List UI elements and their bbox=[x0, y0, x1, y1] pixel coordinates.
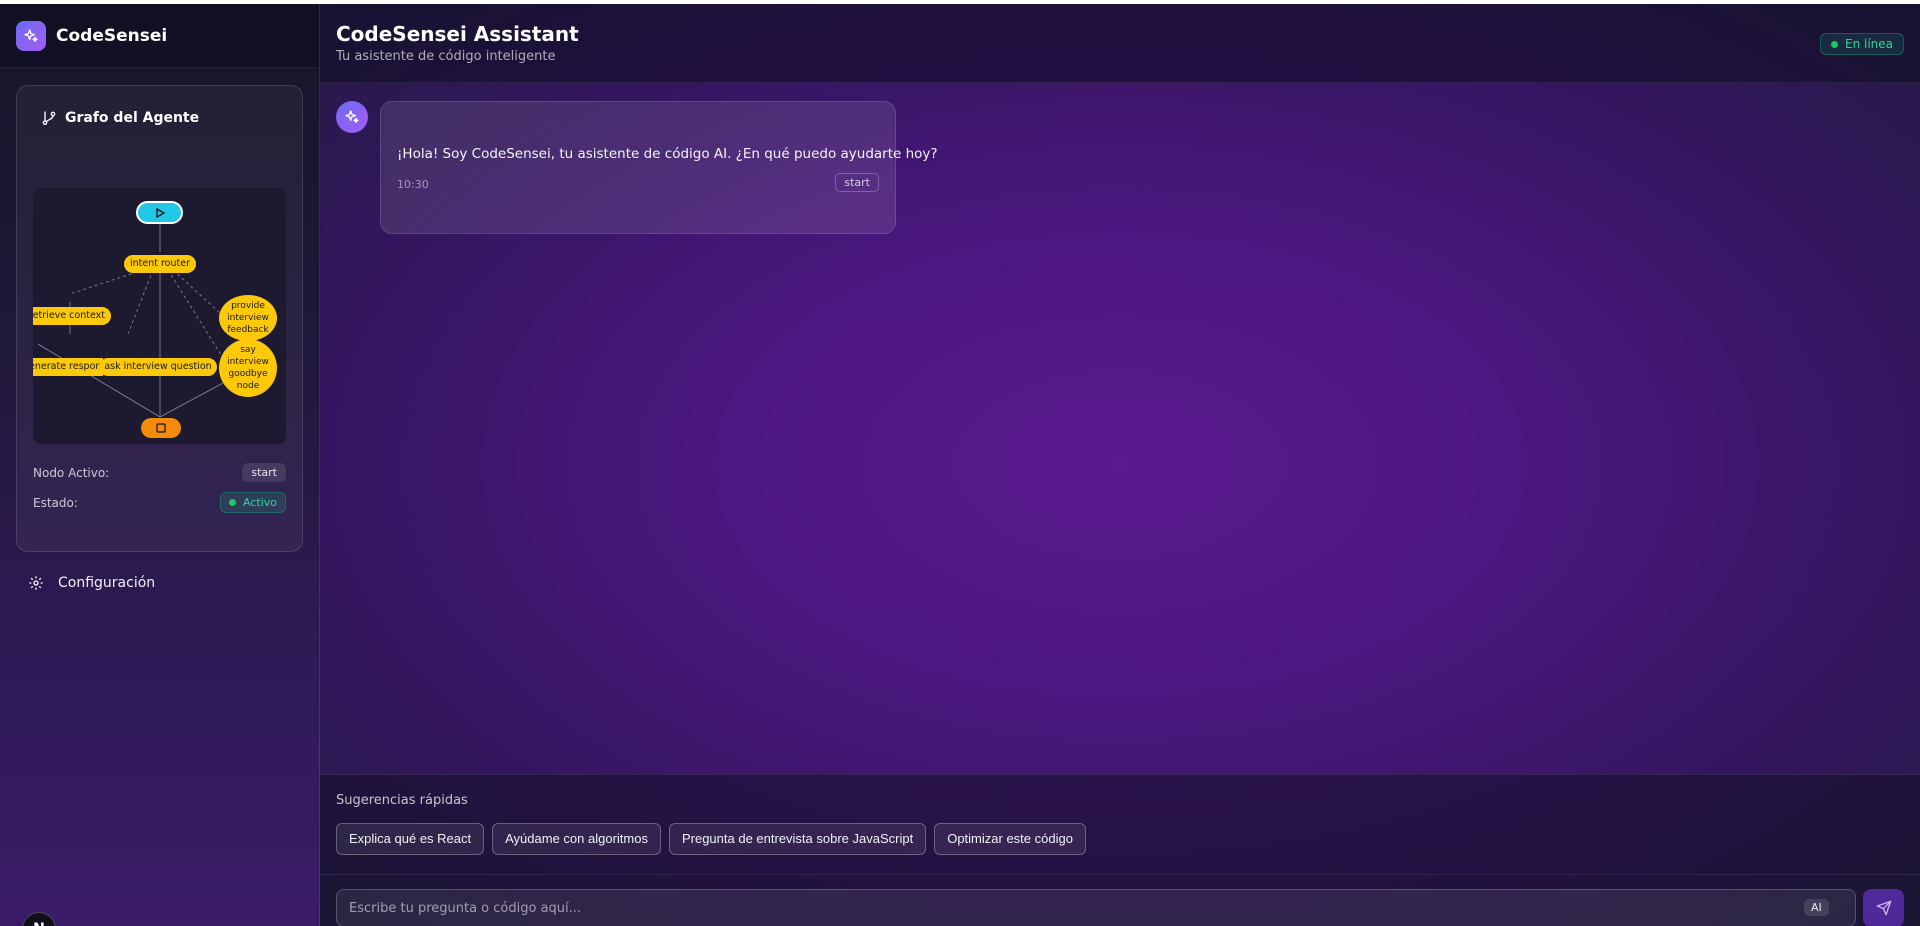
ai-badge: AI bbox=[1804, 899, 1829, 916]
online-status-text: En línea bbox=[1844, 37, 1893, 51]
brand[interactable]: CodeSensei bbox=[0, 4, 319, 68]
chat-main: CodeSensei Assistant Tu asistente de cód… bbox=[320, 4, 1920, 926]
suggestion-chip-optimize-code[interactable]: Optimizar este código bbox=[934, 823, 1086, 855]
app: CodeSensei Grafo del Agente intent route… bbox=[0, 4, 1920, 926]
settings-link[interactable]: Configuración bbox=[28, 575, 155, 591]
sparkles-icon bbox=[16, 20, 46, 51]
active-node-row: Nodo Activo: start bbox=[33, 463, 286, 482]
graph-node-retrieve-context[interactable]: retrieve context bbox=[33, 307, 111, 325]
suggestion-chip-javascript-interview[interactable]: Pregunta de entrevista sobre JavaScript bbox=[668, 823, 927, 855]
graph-node-intent-router[interactable]: intent router bbox=[124, 255, 196, 273]
quick-suggestions: Sugerencias rápidas Explica qué es React… bbox=[320, 774, 1920, 875]
send-icon bbox=[1876, 900, 1891, 916]
graph-start-node[interactable] bbox=[136, 201, 183, 224]
graph-node-ask-interview-question[interactable]: ask interview question bbox=[99, 358, 217, 376]
brand-name: CodeSensei bbox=[56, 25, 168, 46]
page-title: CodeSensei Assistant bbox=[336, 22, 579, 46]
status-dot-icon bbox=[229, 499, 236, 506]
graph-node-say-interview-goodbye[interactable]: say interview goodbye node bbox=[219, 339, 277, 397]
assistant-message: ¡Hola! Soy CodeSensei, tu asistente de c… bbox=[380, 101, 938, 234]
suggestion-chip-react[interactable]: Explica qué es React bbox=[336, 823, 485, 855]
git-branch-icon bbox=[42, 111, 56, 125]
message-timestamp: 10:30 bbox=[397, 178, 429, 191]
sparkles-icon bbox=[345, 110, 359, 123]
online-status-badge: En línea bbox=[1819, 33, 1904, 55]
graph-node-say-interview-goodbye-label: say interview goodbye node bbox=[227, 345, 269, 391]
graph-node-provide-interview-feedback-label: provide interview feedback bbox=[227, 301, 269, 335]
suggestion-chips: Explica qué es React Ayúdame con algorit… bbox=[336, 823, 1086, 855]
message-node-badge: start bbox=[835, 173, 879, 192]
agent-graph-card: Grafo del Agente intent router retrieve … bbox=[16, 85, 303, 552]
online-dot-icon bbox=[1830, 40, 1838, 48]
status-label: Estado: bbox=[33, 495, 78, 510]
status-row: Estado: Activo bbox=[33, 492, 286, 513]
suggestion-chip-algorithms[interactable]: Ayúdame con algoritmos bbox=[492, 823, 661, 855]
graph-node-generate-response[interactable]: generate response bbox=[33, 358, 103, 376]
status-badge: Activo bbox=[220, 492, 286, 513]
composer: AI bbox=[320, 875, 1920, 926]
agent-graph-canvas[interactable]: intent router retrieve context generate … bbox=[33, 188, 286, 444]
gear-icon bbox=[29, 576, 43, 590]
user-avatar[interactable]: N bbox=[22, 912, 56, 926]
message-input[interactable] bbox=[336, 889, 1856, 926]
send-button[interactable] bbox=[1863, 889, 1904, 926]
active-node-badge: start bbox=[242, 463, 286, 482]
page-subtitle: Tu asistente de código inteligente bbox=[336, 49, 556, 64]
message-text: ¡Hola! Soy CodeSensei, tu asistente de c… bbox=[397, 146, 938, 162]
status-value: Activo bbox=[243, 496, 277, 509]
assistant-avatar bbox=[336, 101, 368, 133]
suggestions-title: Sugerencias rápidas bbox=[336, 793, 468, 808]
chat-header: CodeSensei Assistant Tu asistente de cód… bbox=[320, 4, 1920, 83]
play-icon bbox=[155, 207, 165, 218]
settings-label: Configuración bbox=[58, 575, 156, 591]
graph-title-text: Grafo del Agente bbox=[65, 110, 200, 126]
graph-title: Grafo del Agente bbox=[41, 110, 199, 126]
graph-node-provide-interview-feedback[interactable]: provide interview feedback bbox=[219, 295, 277, 341]
stop-icon bbox=[156, 423, 166, 433]
sidebar: CodeSensei Grafo del Agente intent route… bbox=[0, 4, 320, 926]
active-node-label: Nodo Activo: bbox=[33, 465, 110, 480]
graph-end-node[interactable] bbox=[141, 418, 181, 438]
